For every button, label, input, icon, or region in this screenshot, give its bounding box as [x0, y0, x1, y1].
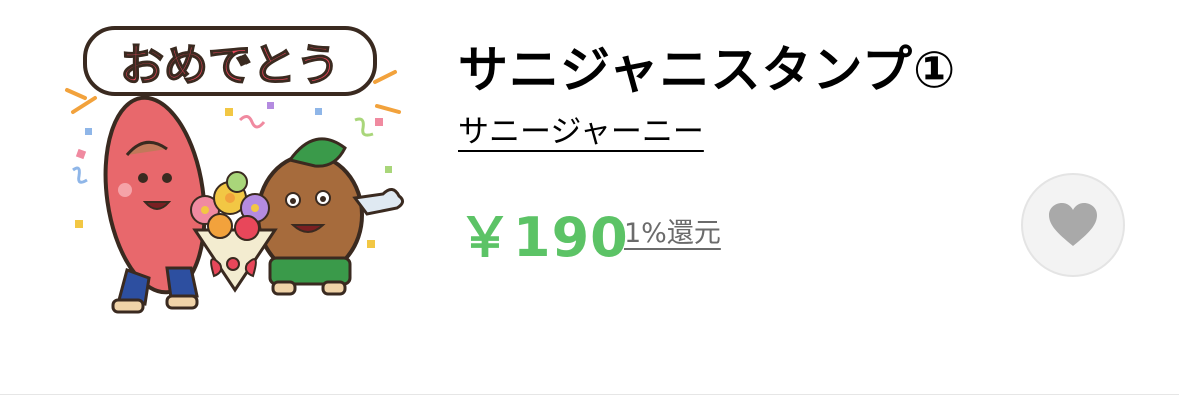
congratulations-sticker-image: おめでとう	[65, 26, 404, 314]
sticker-caption: おめでとう	[120, 40, 340, 91]
sticker-thumbnail[interactable]: おめでとう	[55, 20, 405, 315]
sticker-product-summary: おめでとう サニジャニスタンプ① サニージャーニー ￥190 1%還元	[0, 0, 1179, 417]
brown-character	[256, 137, 404, 296]
sticker-price: ￥190	[458, 206, 629, 269]
reward-rate-link[interactable]: 1%還元	[624, 211, 721, 250]
sticker-title: サニジャニスタンプ①	[458, 41, 957, 99]
bottom-divider	[0, 394, 1179, 395]
heart-icon	[1049, 203, 1097, 246]
favorite-button[interactable]	[1021, 173, 1125, 277]
author-link[interactable]: サニージャーニー	[458, 106, 704, 151]
